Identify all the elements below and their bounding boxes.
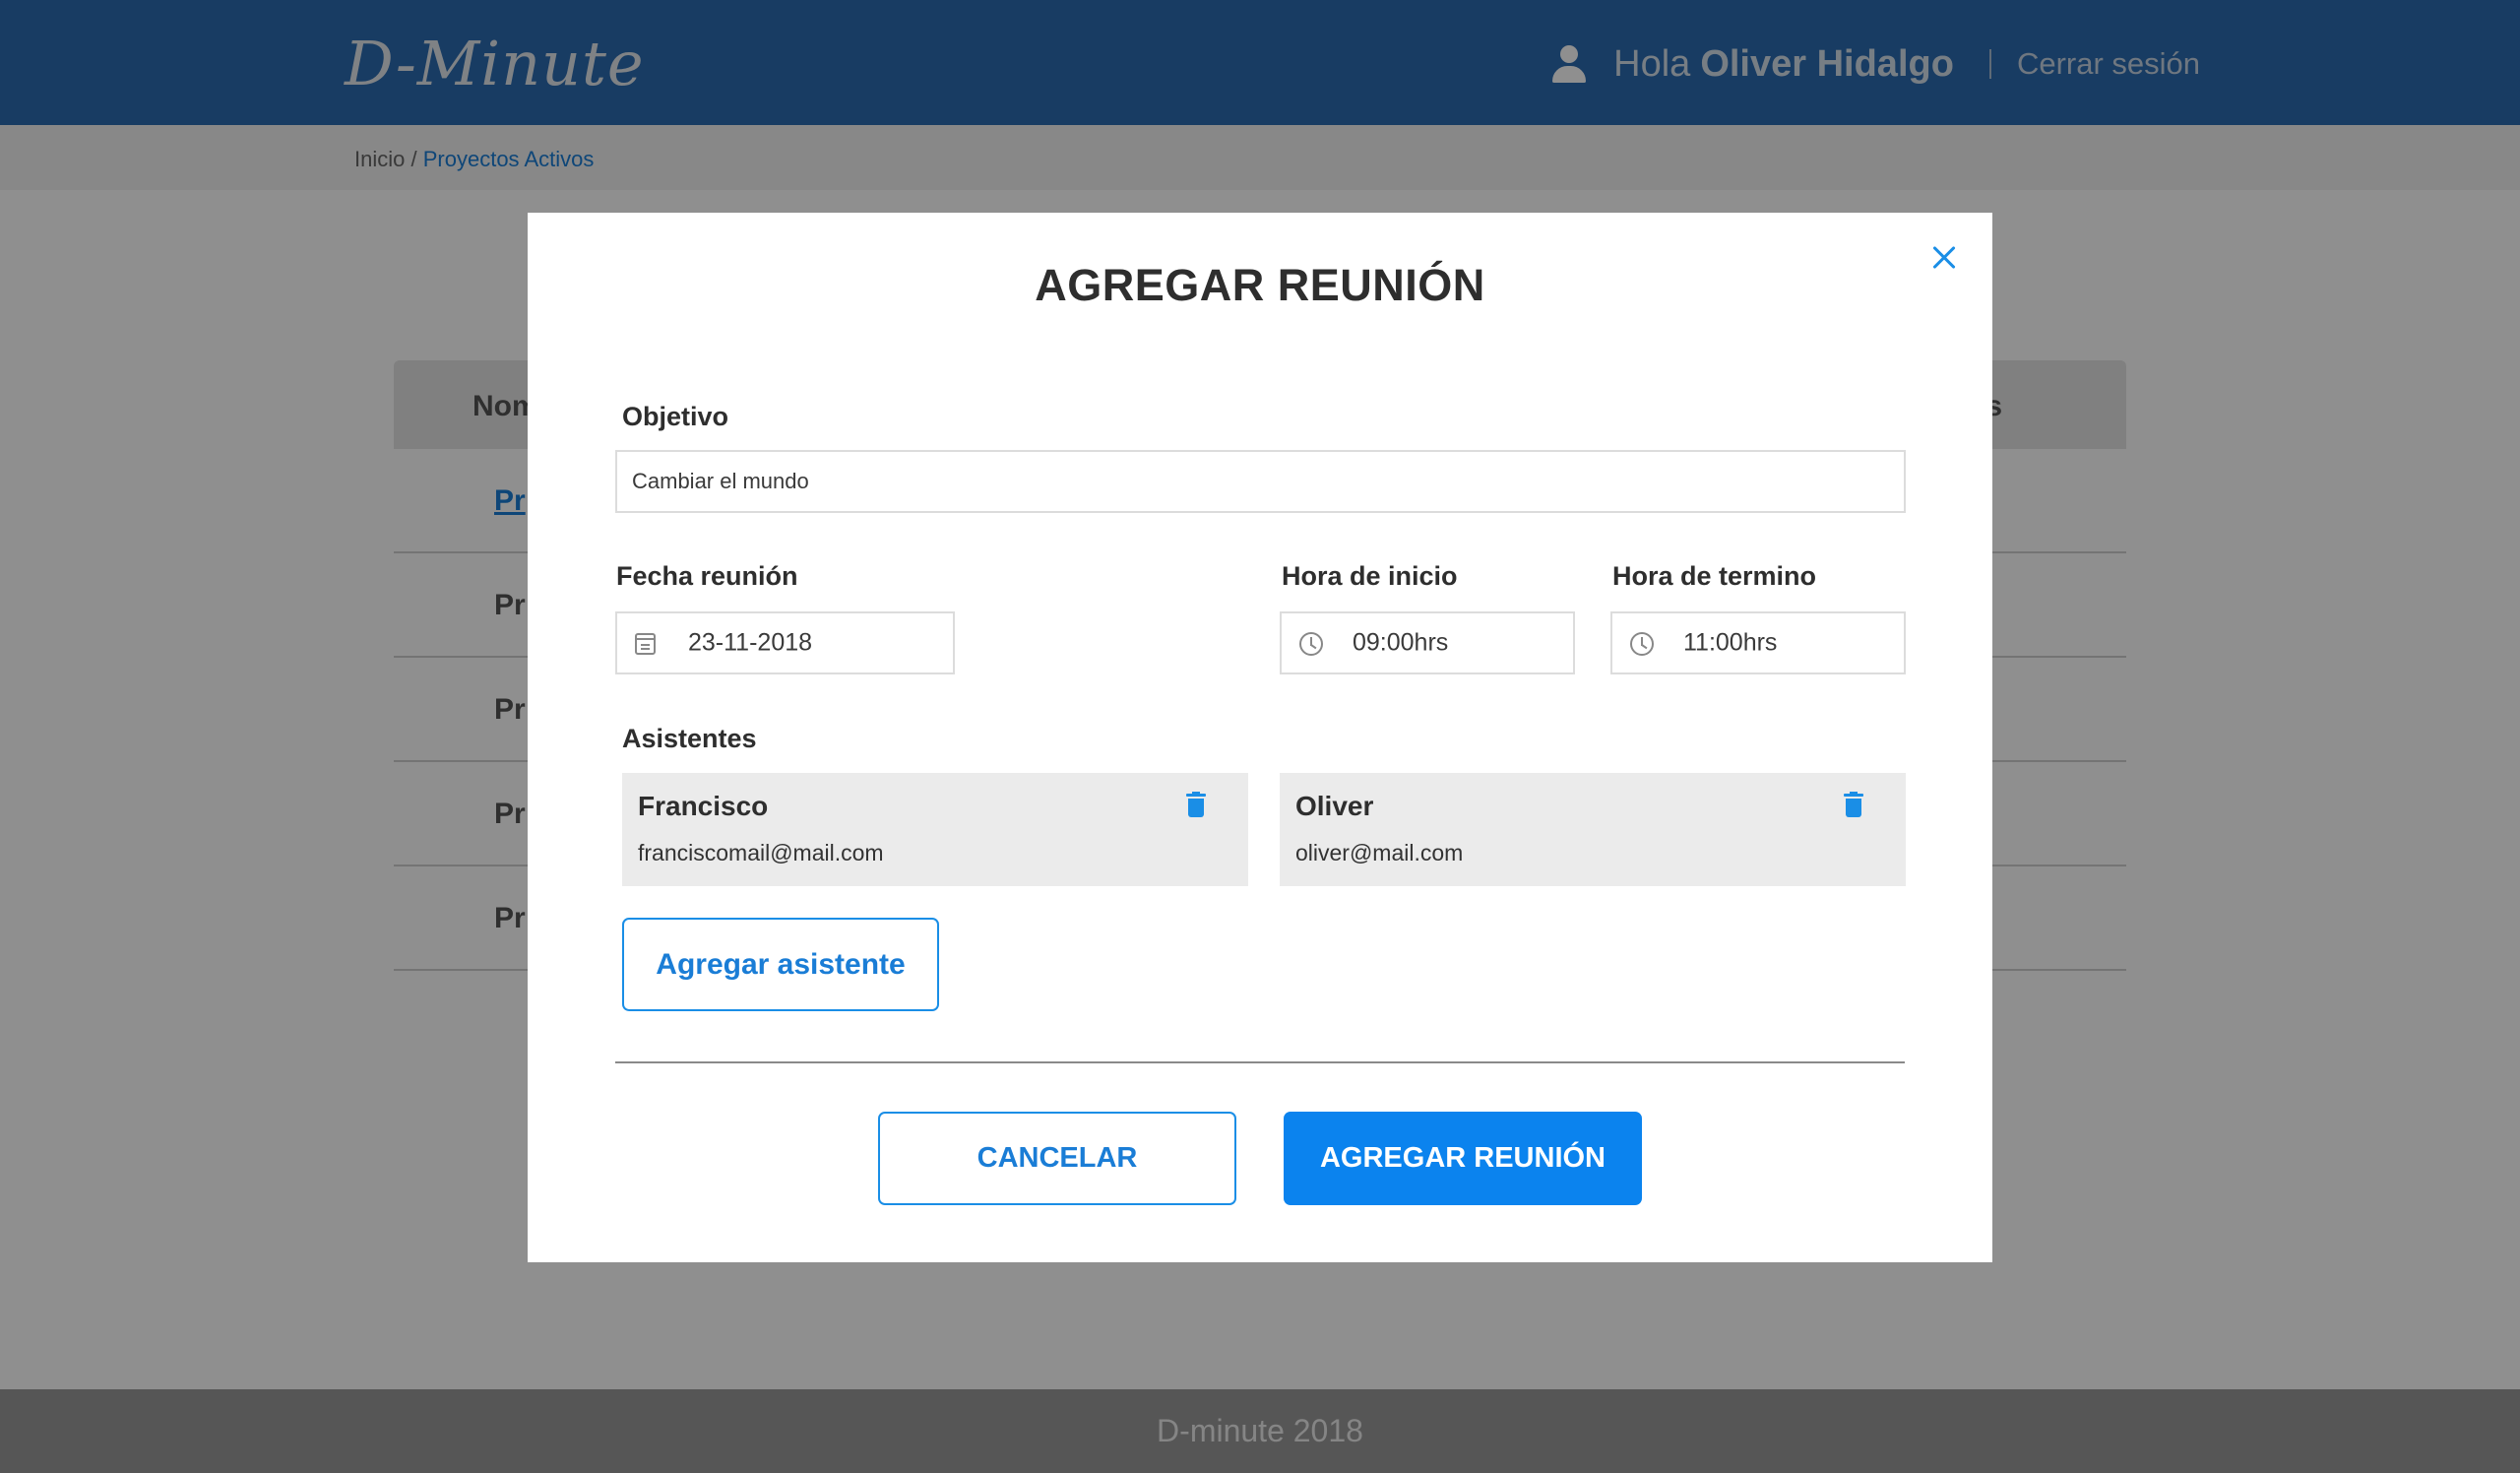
modal-divider [615,1061,1905,1063]
attendee-name: Oliver [1295,791,1374,821]
add-meeting-modal: AGREGAR REUNIÓN Objetivo Cambiar el mund… [528,213,1992,1262]
attendee-name: Francisco [638,791,769,821]
attendees-label: Asistentes [622,724,757,753]
date-input[interactable]: 23-11-2018 [615,611,955,674]
attendee-email: franciscomail@mail.com [638,840,884,865]
add-attendee-button[interactable]: Agregar asistente [622,918,939,1011]
end-time-input[interactable]: 11:00hrs [1610,611,1906,674]
end-time-label: Hora de termino [1612,561,1817,591]
clock-icon [1299,632,1323,656]
objective-input[interactable]: Cambiar el mundo [615,450,1906,513]
trash-icon[interactable] [1844,792,1863,817]
start-time-input[interactable]: 09:00hrs [1280,611,1575,674]
modal-title: AGREGAR REUNIÓN [1035,260,1485,310]
clock-icon [1630,632,1654,656]
end-time-value: 11:00hrs [1683,628,1778,657]
cancel-button[interactable]: CANCELAR [878,1112,1236,1205]
date-label: Fecha reunión [616,561,798,591]
attendee-card: Francisco franciscomail@mail.com [622,773,1248,886]
add-meeting-button[interactable]: AGREGAR REUNIÓN [1284,1112,1642,1205]
trash-icon[interactable] [1186,792,1206,817]
start-time-label: Hora de inicio [1282,561,1458,591]
calendar-icon [635,633,656,655]
attendee-email: oliver@mail.com [1295,840,1464,865]
start-time-value: 09:00hrs [1353,628,1449,657]
attendee-card: Oliver oliver@mail.com [1280,773,1906,886]
objective-label: Objetivo [622,402,729,431]
date-value: 23-11-2018 [688,628,813,657]
objective-value: Cambiar el mundo [632,469,809,493]
